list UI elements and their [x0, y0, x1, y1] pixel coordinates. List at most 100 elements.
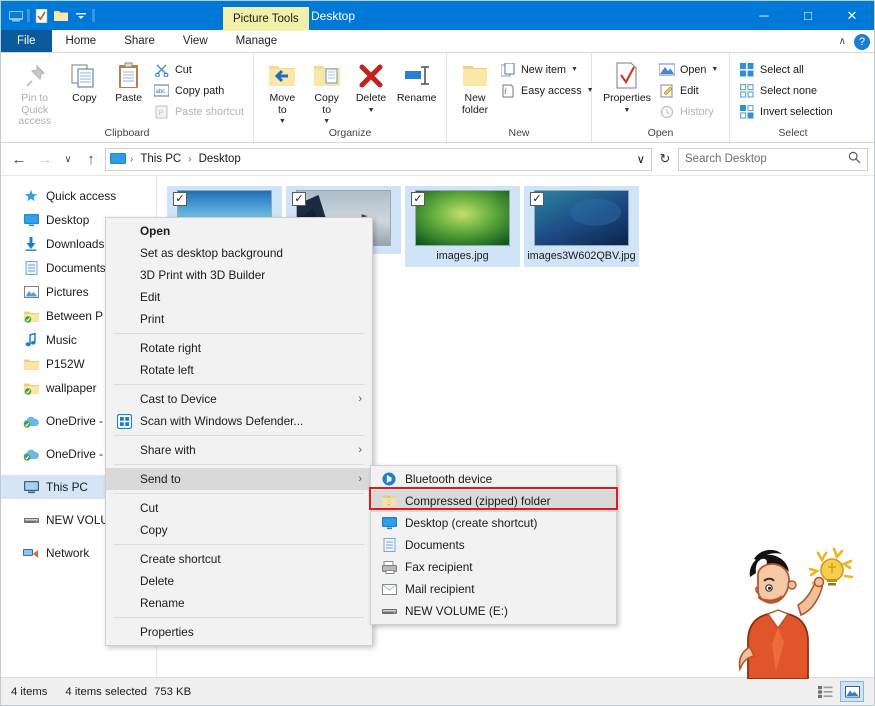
tab-view[interactable]: View — [169, 30, 222, 52]
menu-item-properties[interactable]: Properties — [106, 621, 372, 643]
properties-caret-icon[interactable]: ▼ — [624, 105, 631, 117]
maximize-button[interactable]: □ — [786, 1, 830, 30]
menu-item-share-with[interactable]: Share with › — [106, 439, 372, 461]
menu-item-rotate-left[interactable]: Rotate left — [106, 359, 372, 381]
menu-item-create-shortcut[interactable]: Create shortcut — [106, 548, 372, 570]
paste-shortcut-button[interactable]: P Paste shortcut — [151, 102, 247, 121]
submenu-item-new-volume[interactable]: NEW VOLUME (E:) — [371, 600, 616, 622]
explorer-icon[interactable] — [7, 7, 25, 25]
cut-button[interactable]: Cut — [151, 60, 247, 79]
breadcrumb[interactable]: › This PC › Desktop ∨ — [105, 147, 652, 171]
menu-item-cut[interactable]: Cut — [106, 497, 372, 519]
properties-button[interactable]: Properties ▼ — [598, 57, 656, 118]
customize-caret-icon[interactable] — [72, 7, 90, 25]
new-item-caret-icon[interactable]: ▼ — [571, 66, 578, 73]
selection-checkbox[interactable]: ✓ — [173, 192, 187, 206]
ribbon-group-organize: Move to ▼ Copy to ▼ Delete ▼ Rename Orga… — [254, 53, 447, 142]
recent-locations-button[interactable]: ∨ — [59, 147, 77, 171]
properties-icon[interactable] — [32, 7, 50, 25]
paste-button[interactable]: Paste — [106, 57, 151, 107]
large-icons-view-icon[interactable] — [840, 681, 864, 702]
breadcrumb-item-thispc[interactable]: This PC — [137, 153, 184, 165]
pin-to-quick-access-button[interactable]: Pin to Quick access — [7, 57, 62, 130]
send-to-submenu[interactable]: Bluetooth device Compressed (zipped) fol… — [370, 465, 617, 625]
thispc-icon — [23, 479, 39, 495]
select-all-button[interactable]: Select all — [736, 60, 836, 79]
menu-item-set-as-desktop-background[interactable]: Set as desktop background — [106, 242, 372, 264]
tab-home[interactable]: Home — [51, 30, 111, 52]
search-input[interactable]: Search Desktop — [678, 147, 868, 171]
menu-item-cast-to-device[interactable]: Cast to Device › — [106, 388, 372, 410]
new-folder-button[interactable]: New folder — [453, 57, 497, 118]
submenu-item-mail-recipient[interactable]: Mail recipient — [371, 578, 616, 600]
file-tile[interactable]: ✓ images.jpg — [405, 186, 520, 267]
title-bar: Picture Tools Desktop ─ □ ✕ — [1, 1, 874, 30]
documents-icon — [381, 537, 397, 553]
minimize-button[interactable]: ─ — [742, 1, 786, 30]
picture-tools-context-tab[interactable]: Picture Tools — [223, 1, 309, 30]
details-view-icon[interactable] — [813, 681, 837, 702]
menu-item-rename[interactable]: Rename — [106, 592, 372, 614]
open-button[interactable]: Open ▼ — [656, 60, 721, 79]
delete-icon — [358, 59, 384, 93]
menu-item-edit[interactable]: Edit — [106, 286, 372, 308]
menu-item-send-to[interactable]: Send to › — [106, 468, 372, 490]
menu-item-copy[interactable]: Copy — [106, 519, 372, 541]
select-none-button[interactable]: Select none — [736, 81, 836, 100]
selection-checkbox[interactable]: ✓ — [411, 192, 425, 206]
selection-checkbox[interactable]: ✓ — [292, 192, 306, 206]
history-button[interactable]: History — [656, 102, 721, 121]
new-folder-icon[interactable] — [52, 7, 70, 25]
submenu-item-documents[interactable]: Documents — [371, 534, 616, 556]
ear — [787, 580, 797, 590]
forward-button[interactable]: → — [33, 147, 57, 171]
sidebar-item-quick-access[interactable]: Quick access — [1, 184, 156, 208]
copy-button[interactable]: Copy — [62, 57, 106, 107]
submenu-item-compressed-zipped-folder[interactable]: Compressed (zipped) folder — [371, 490, 616, 512]
edit-button[interactable]: Edit — [656, 81, 721, 100]
easy-access-button[interactable]: f Easy access ▼ — [497, 81, 597, 100]
submenu-item-bluetooth-device[interactable]: Bluetooth device — [371, 468, 616, 490]
breadcrumb-item-desktop[interactable]: Desktop — [196, 153, 244, 165]
group-label-new: New — [508, 127, 530, 139]
submenu-item-fax-recipient[interactable]: Fax recipient — [371, 556, 616, 578]
copy-path-label: Copy path — [174, 84, 225, 97]
address-dropdown[interactable]: ∨ — [637, 152, 649, 166]
new-item-button[interactable]: New item ▼ — [497, 60, 597, 79]
menu-item-scan-with-defender[interactable]: Scan with Windows Defender... — [106, 410, 372, 432]
open-caret-icon[interactable]: ▼ — [711, 66, 718, 73]
collapse-ribbon-icon[interactable]: ∧ — [839, 36, 846, 47]
menu-item-rotate-right[interactable]: Rotate right — [106, 337, 372, 359]
file-tile[interactable]: ✓ images3W602QBV.jpg — [524, 186, 639, 267]
back-button[interactable]: ← — [7, 147, 31, 171]
rename-button[interactable]: Rename — [393, 57, 440, 107]
sidebar-label: OneDrive - — [46, 447, 104, 461]
invert-selection-button[interactable]: Invert selection — [736, 102, 836, 121]
bluetooth-icon — [381, 471, 397, 487]
copy-path-button[interactable]: abc Copy path — [151, 81, 247, 100]
tab-file[interactable]: File — [1, 30, 52, 52]
refresh-button[interactable]: ↻ — [654, 148, 676, 171]
tab-share[interactable]: Share — [110, 30, 169, 52]
delete-button[interactable]: Delete ▼ — [349, 57, 394, 118]
move-to-caret-icon[interactable]: ▼ — [279, 116, 286, 128]
help-icon[interactable]: ? — [854, 33, 870, 50]
close-button[interactable]: ✕ — [830, 1, 874, 30]
copy-to-button[interactable]: Copy to ▼ — [305, 57, 349, 130]
menu-item-print[interactable]: Print — [106, 308, 372, 330]
submenu-item-desktop-create-shortcut[interactable]: Desktop (create shortcut) — [371, 512, 616, 534]
menu-item-3d-print[interactable]: 3D Print with 3D Builder — [106, 264, 372, 286]
delete-caret-icon[interactable]: ▼ — [368, 105, 375, 117]
item-count: 4 items — [11, 685, 48, 698]
context-menu[interactable]: Open Set as desktop background 3D Print … — [105, 217, 373, 646]
selection-checkbox[interactable]: ✓ — [530, 192, 544, 206]
tab-manage[interactable]: Manage — [221, 30, 292, 52]
menu-item-delete[interactable]: Delete — [106, 570, 372, 592]
select-all-icon — [739, 62, 755, 78]
menu-item-open[interactable]: Open — [106, 220, 372, 242]
sidebar-label: Quick access — [46, 189, 117, 203]
up-button[interactable]: ↑ — [79, 147, 103, 171]
search-icon[interactable] — [848, 151, 861, 167]
copy-to-caret-icon[interactable]: ▼ — [323, 116, 330, 128]
move-to-button[interactable]: Move to ▼ — [260, 57, 305, 130]
